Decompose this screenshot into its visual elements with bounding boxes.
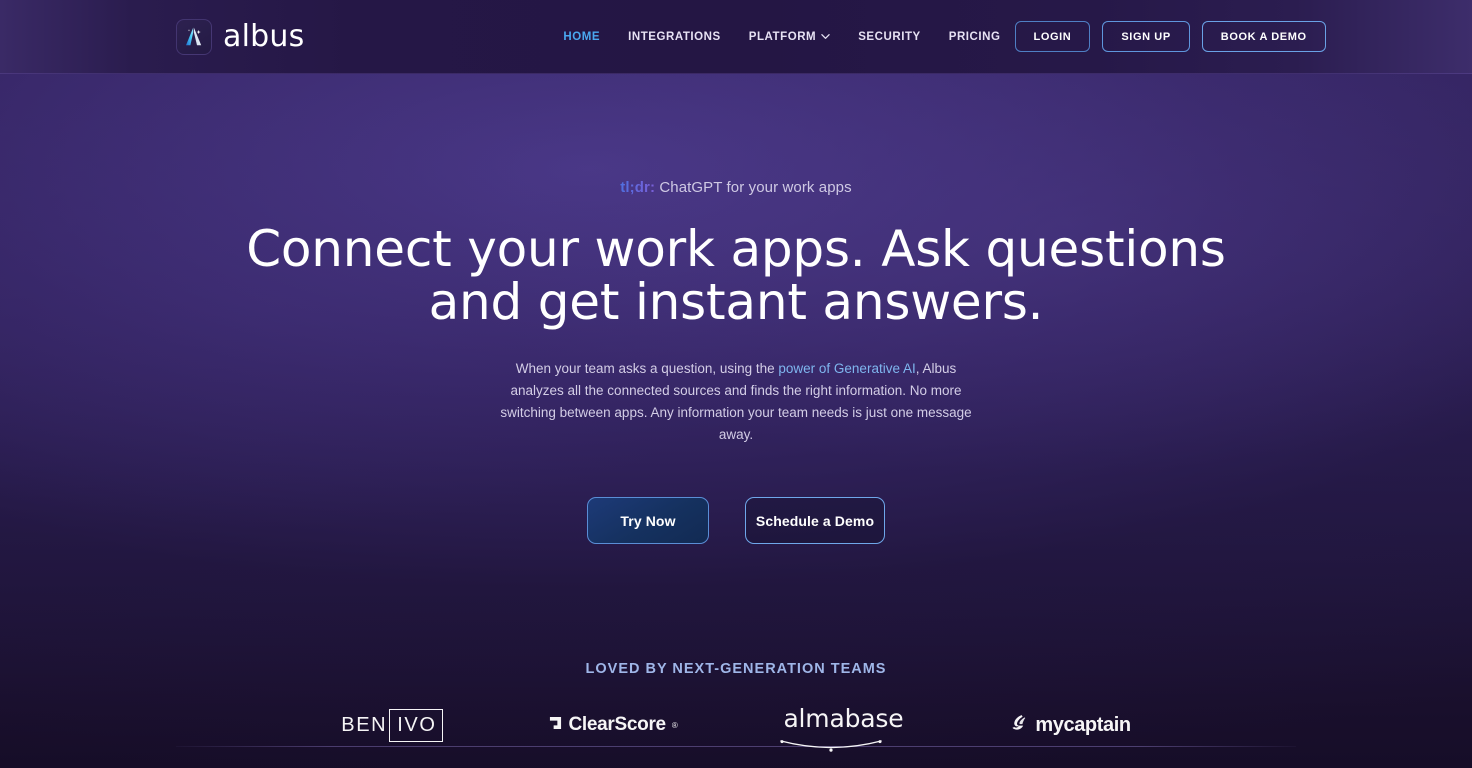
- page-title: Connect your work apps. Ask questions an…: [0, 223, 1472, 329]
- wand-chevron-icon: [176, 18, 212, 55]
- brand-name: albus: [223, 18, 305, 54]
- schedule-a-demo-button[interactable]: Schedule a Demo: [745, 497, 885, 544]
- main-nav: HOME INTEGRATIONS PLATFORM SECURITY PRIC…: [549, 31, 1014, 43]
- nav-item-platform-label: PLATFORM: [748, 30, 817, 43]
- client-logo-mycaptain: mycaptain: [1009, 703, 1131, 747]
- nav-item-home[interactable]: HOME: [549, 31, 614, 43]
- hero-section: tl;dr: ChatGPT for your work apps Connec…: [0, 74, 1472, 544]
- client-logo-almabase: almabase: [780, 703, 904, 752]
- site-header: albus HOME INTEGRATIONS PLATFORM SECURIT…: [0, 0, 1472, 74]
- hero-tagline: tl;dr: ChatGPT for your work apps: [0, 179, 1472, 196]
- clearscore-logo-text: ClearScore: [568, 714, 666, 735]
- benivo-logo-part-a: BEN: [341, 713, 388, 736]
- headline-line-1: Connect your work apps. Ask questions: [246, 220, 1226, 278]
- nav-item-pricing[interactable]: PRICING: [935, 31, 1015, 43]
- nav-item-integrations[interactable]: INTEGRATIONS: [614, 31, 735, 43]
- nav-item-pricing-label: PRICING: [948, 30, 1001, 43]
- social-proof-title: LOVED BY NEXT-GENERATION TEAMS: [585, 661, 887, 677]
- nav-item-platform[interactable]: PLATFORM: [735, 31, 844, 43]
- hero-tldr-text: ChatGPT for your work apps: [655, 179, 852, 196]
- client-logo-list: BEN IVO ClearScore ® almabase mycaptain: [0, 703, 1472, 752]
- mycaptain-logo-text: mycaptain: [1035, 713, 1131, 736]
- brand-logo[interactable]: albus: [176, 18, 305, 55]
- hero-tldr-label: tl;dr:: [620, 179, 656, 196]
- benivo-logo: BEN IVO: [341, 708, 444, 742]
- nav-item-security[interactable]: SECURITY: [844, 31, 935, 43]
- hero-description: When your team asks a question, using th…: [490, 358, 982, 446]
- signup-button[interactable]: SIGN UP: [1102, 21, 1190, 52]
- page-root: albus HOME INTEGRATIONS PLATFORM SECURIT…: [0, 0, 1472, 768]
- almabase-logo: almabase: [780, 703, 904, 752]
- benivo-logo-part-b: IVO: [389, 708, 444, 742]
- login-button[interactable]: LOGIN: [1014, 21, 1091, 52]
- clearscore-square-icon: [549, 714, 562, 736]
- try-now-button[interactable]: Try Now: [587, 497, 709, 544]
- client-logo-benivo: BEN IVO: [341, 703, 444, 747]
- mycaptain-swoosh-icon: [1009, 713, 1028, 738]
- chevron-down-icon: [821, 32, 830, 41]
- nav-item-integrations-label: INTEGRATIONS: [628, 30, 721, 43]
- almabase-logo-text: almabase: [783, 703, 904, 733]
- headline-line-2: and get instant answers.: [428, 273, 1044, 331]
- almabase-arc-icon: [779, 732, 883, 752]
- mycaptain-logo: mycaptain: [1009, 713, 1131, 738]
- clearscore-logo: ClearScore ®: [549, 714, 678, 736]
- generative-ai-link[interactable]: power of Generative AI: [778, 361, 915, 376]
- header-actions: LOGIN SIGN UP BOOK A DEMO: [1014, 21, 1326, 52]
- nav-item-home-label: HOME: [563, 30, 601, 43]
- nav-item-security-label: SECURITY: [858, 30, 921, 43]
- social-proof-section: LOVED BY NEXT-GENERATION TEAMS BEN IVO C…: [0, 661, 1472, 752]
- client-logo-clearscore: ClearScore ®: [549, 703, 678, 747]
- clearscore-registered-mark: ®: [671, 720, 678, 730]
- hero-cta-row: Try Now Schedule a Demo: [0, 497, 1472, 544]
- hero-description-before: When your team asks a question, using th…: [515, 361, 779, 376]
- book-a-demo-button[interactable]: BOOK A DEMO: [1201, 21, 1326, 52]
